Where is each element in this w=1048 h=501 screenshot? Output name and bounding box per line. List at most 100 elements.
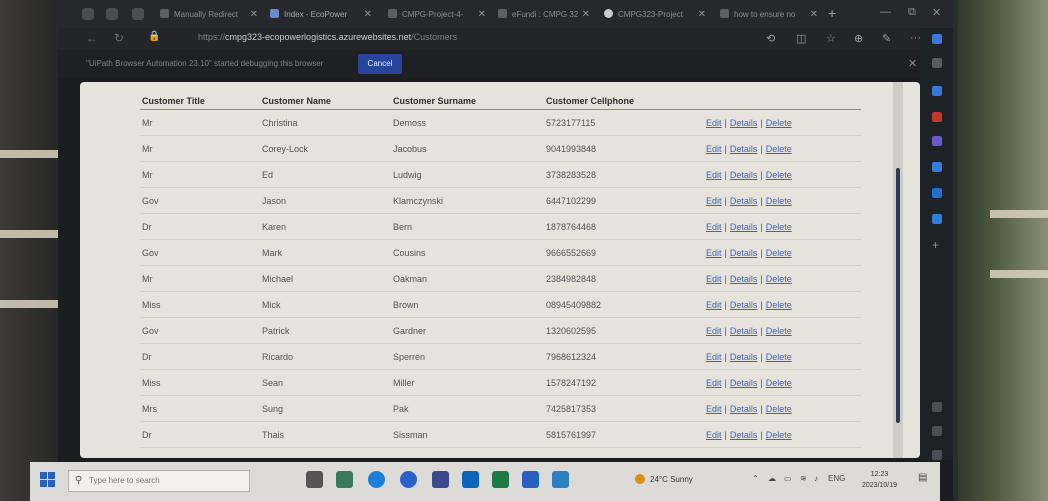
edge-icon[interactable]	[368, 471, 385, 488]
delete-link[interactable]: Delete	[766, 300, 792, 310]
cloud-icon[interactable]: ☁	[768, 474, 776, 483]
address-bar-url[interactable]: https://cmpg323-ecopowerlogistics.azurew…	[198, 32, 457, 42]
delete-link[interactable]: Delete	[766, 274, 792, 284]
plus-icon[interactable]: +	[932, 239, 942, 251]
profile-icon[interactable]	[82, 8, 94, 20]
microsoft365-icon[interactable]	[932, 162, 942, 172]
delete-link[interactable]: Delete	[766, 118, 792, 128]
volume-icon[interactable]: ♪	[814, 474, 818, 483]
details-link[interactable]: Details	[730, 352, 758, 362]
delete-link[interactable]: Delete	[766, 430, 792, 440]
uipath-icon[interactable]	[552, 471, 569, 488]
cancel-debugging-button[interactable]: Cancel	[358, 54, 402, 74]
extensions-icon[interactable]: ✎	[882, 32, 891, 45]
tab-efundi[interactable]: eFundi : CMPG 32 ✕	[498, 4, 592, 26]
edit-link[interactable]: Edit	[706, 274, 722, 284]
sidebar-toggle-icon[interactable]	[932, 402, 942, 412]
edit-link[interactable]: Edit	[706, 326, 722, 336]
language-indicator[interactable]: ENG	[828, 474, 845, 483]
close-icon[interactable]: ✕	[364, 4, 372, 26]
edit-link[interactable]: Edit	[706, 144, 722, 154]
details-link[interactable]: Details	[730, 404, 758, 414]
delete-link[interactable]: Delete	[766, 404, 792, 414]
delete-link[interactable]: Delete	[766, 170, 792, 180]
edit-link[interactable]: Edit	[706, 430, 722, 440]
outlook-icon[interactable]	[932, 188, 942, 198]
edit-link[interactable]: Edit	[706, 352, 722, 362]
notification-icon[interactable]: ▤	[918, 472, 927, 483]
workspaces-icon[interactable]	[106, 8, 118, 20]
tag-icon[interactable]	[932, 86, 942, 96]
plus-icon[interactable]: +	[828, 5, 836, 21]
details-link[interactable]: Details	[730, 196, 758, 206]
tab-github-project[interactable]: CMPG323-Project ✕	[604, 4, 708, 26]
details-link[interactable]: Details	[730, 378, 758, 388]
delete-link[interactable]: Delete	[766, 144, 792, 154]
wifi-icon[interactable]: ≋	[800, 474, 807, 483]
copilot-icon[interactable]	[932, 34, 942, 44]
games-icon[interactable]	[932, 136, 942, 146]
restore-icon[interactable]: ⧉	[908, 6, 916, 19]
close-icon[interactable]: ✕	[250, 4, 258, 26]
edit-link[interactable]: Edit	[706, 118, 722, 128]
gear-icon[interactable]	[932, 450, 942, 460]
windows-start-icon[interactable]	[40, 472, 56, 488]
split-screen-icon[interactable]: ◫	[796, 32, 806, 45]
search-icon[interactable]	[932, 58, 942, 68]
external-link-icon[interactable]	[932, 426, 942, 436]
delete-link[interactable]: Delete	[766, 378, 792, 388]
tab-how-to-ensure[interactable]: how to ensure no ✕	[720, 4, 820, 26]
word-icon[interactable]	[522, 471, 539, 488]
edit-link[interactable]: Edit	[706, 170, 722, 180]
close-icon[interactable]: ✕	[810, 4, 818, 26]
details-link[interactable]: Details	[730, 300, 758, 310]
close-icon[interactable]: ✕	[582, 4, 590, 26]
tab-cmpg-project[interactable]: CMPG-Project-4- ✕	[388, 4, 488, 26]
details-link[interactable]: Details	[730, 326, 758, 336]
edit-link[interactable]: Edit	[706, 404, 722, 414]
scrollbar-thumb[interactable]	[896, 168, 900, 423]
delete-link[interactable]: Delete	[766, 326, 792, 336]
close-icon[interactable]: ✕	[478, 4, 486, 26]
window-close-icon[interactable]: ✕	[932, 6, 941, 19]
taskbar-search-input[interactable]: ⚲ Type here to search	[68, 470, 250, 492]
edit-link[interactable]: Edit	[706, 196, 722, 206]
send-icon[interactable]	[932, 214, 942, 224]
mail-icon[interactable]	[462, 471, 479, 488]
delete-link[interactable]: Delete	[766, 196, 792, 206]
zoom-icon[interactable]	[400, 471, 417, 488]
tools-icon[interactable]	[932, 112, 942, 122]
chevron-up-icon[interactable]: ⌃	[752, 474, 759, 483]
details-link[interactable]: Details	[730, 430, 758, 440]
delete-link[interactable]: Delete	[766, 222, 792, 232]
close-icon[interactable]: ✕	[908, 57, 917, 70]
details-link[interactable]: Details	[730, 274, 758, 284]
system-clock[interactable]: 12:23 2023/10/19	[862, 469, 897, 491]
read-aloud-icon[interactable]: ⟲	[766, 32, 775, 45]
weather-widget[interactable]: 24°C Sunny	[635, 474, 693, 484]
delete-link[interactable]: Delete	[766, 248, 792, 258]
details-link[interactable]: Details	[730, 144, 758, 154]
widgets-icon[interactable]	[336, 471, 353, 488]
edit-link[interactable]: Edit	[706, 222, 722, 232]
minimize-icon[interactable]: —	[880, 6, 891, 18]
battery-icon[interactable]: ▭	[784, 474, 792, 483]
details-link[interactable]: Details	[730, 170, 758, 180]
delete-link[interactable]: Delete	[766, 352, 792, 362]
edit-link[interactable]: Edit	[706, 378, 722, 388]
excel-icon[interactable]	[492, 471, 509, 488]
details-link[interactable]: Details	[730, 118, 758, 128]
refresh-icon[interactable]: ↻	[114, 31, 124, 45]
tab-index-ecopower[interactable]: Index - EcoPower ✕	[270, 4, 374, 26]
edit-link[interactable]: Edit	[706, 248, 722, 258]
calendar-icon[interactable]	[432, 471, 449, 488]
edit-link[interactable]: Edit	[706, 300, 722, 310]
tab-actions-icon[interactable]	[132, 8, 144, 20]
close-icon[interactable]: ✕	[698, 4, 706, 26]
collections-icon[interactable]: ⊕	[854, 32, 863, 45]
favorites-icon[interactable]: ☆	[826, 32, 836, 45]
task-view-icon[interactable]	[306, 471, 323, 488]
tab-manually-redirect[interactable]: Manually Redirect ✕	[160, 4, 260, 26]
back-icon[interactable]: ←	[86, 31, 98, 45]
details-link[interactable]: Details	[730, 248, 758, 258]
